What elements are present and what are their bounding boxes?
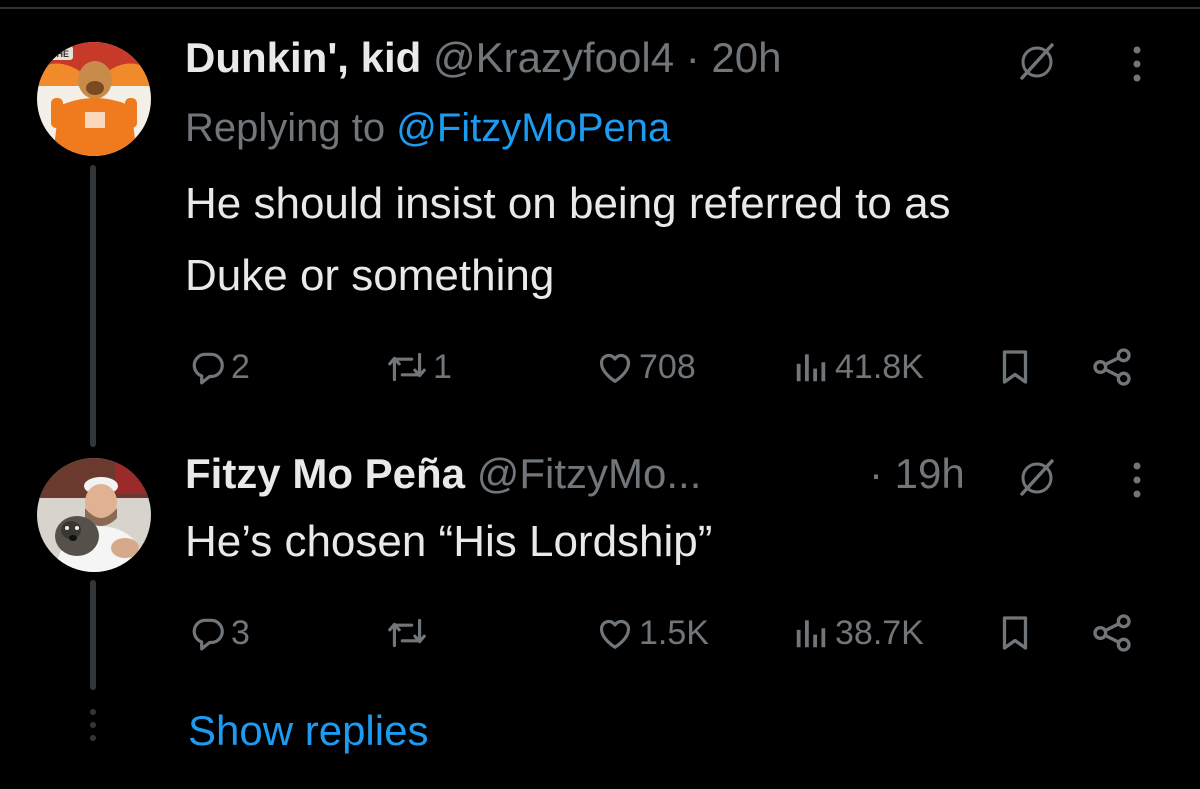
repost-button[interactable]: 1: [385, 342, 452, 392]
avatar[interactable]: [37, 458, 151, 572]
share-icon: [1093, 614, 1131, 652]
repost-button[interactable]: [385, 608, 433, 658]
display-name[interactable]: Dunkin', kid: [185, 34, 421, 81]
tweet-text: He’s chosen “His Lordship”: [185, 506, 712, 578]
handle[interactable]: @Krazyfool4: [433, 34, 674, 81]
thread-line: [90, 165, 96, 447]
show-replies-link[interactable]: Show replies: [188, 706, 428, 756]
timestamp[interactable]: 19h: [895, 450, 965, 497]
more-icon[interactable]: [1131, 460, 1143, 500]
bookmark-icon: [1002, 350, 1028, 384]
reply-icon: [192, 352, 224, 385]
reply-context: Replying to @FitzyMoPena: [185, 104, 670, 152]
repost-icon: [388, 618, 426, 648]
grok-icon[interactable]: [1018, 456, 1058, 498]
reply-prefix: Replying to: [185, 106, 397, 150]
share-button[interactable]: [1090, 608, 1134, 658]
thread-line: [90, 580, 96, 690]
display-name[interactable]: Fitzy Mo Peña: [185, 450, 465, 497]
avatar[interactable]: THE: [37, 42, 151, 156]
view-count: 41.8K: [835, 347, 924, 386]
bookmark-button[interactable]: [997, 608, 1033, 658]
avatar-caption: THE: [51, 49, 69, 59]
tweet-header: Dunkin', kid @Krazyfool4 · 20h: [185, 34, 782, 82]
like-button[interactable]: 1.5K: [595, 608, 709, 658]
like-icon: [599, 619, 631, 649]
tweet-text-line: He’s chosen “His Lordship”: [185, 517, 713, 566]
tweet[interactable]: Fitzy Mo Peña @FitzyMo... · 19h He’s cho…: [185, 450, 1175, 690]
avatar-image: [37, 458, 151, 572]
action-bar: 3 1.5K 38.7K: [185, 608, 1145, 658]
separator: ·: [674, 34, 712, 81]
like-button[interactable]: 708: [595, 342, 696, 392]
timestamp[interactable]: 20h: [711, 34, 781, 81]
view-count: 38.7K: [835, 613, 924, 652]
tweet[interactable]: Dunkin', kid @Krazyfool4 · 20h Replying …: [185, 34, 1175, 394]
share-button[interactable]: [1090, 342, 1134, 392]
views-icon: [796, 354, 826, 382]
reply-count: 2: [231, 347, 250, 386]
reply-count: 3: [231, 613, 250, 652]
tweet-time: · 19h: [869, 450, 965, 498]
reply-button[interactable]: 2: [189, 342, 250, 392]
action-bar: 2 1 708 41.8K: [185, 342, 1145, 392]
like-count: 1.5K: [639, 613, 709, 652]
separator: ·: [869, 450, 895, 497]
avatar-image: THE: [37, 42, 151, 156]
reply-icon: [192, 618, 224, 651]
share-icon: [1093, 348, 1131, 386]
bookmark-button[interactable]: [997, 342, 1033, 392]
repost-count: 1: [433, 347, 452, 386]
tweet-text: He should insist on being referred to as…: [185, 168, 951, 312]
tweet-text-line: He should insist on being referred to as: [185, 179, 951, 228]
views-icon: [796, 620, 826, 648]
views-button[interactable]: 38.7K: [791, 608, 924, 658]
grok-icon[interactable]: [1018, 40, 1058, 82]
tweet-header: Fitzy Mo Peña @FitzyMo...: [185, 450, 701, 498]
handle[interactable]: @FitzyMo...: [477, 450, 702, 497]
reply-button[interactable]: 3: [189, 608, 250, 658]
reply-handle-link[interactable]: @FitzyMoPena: [396, 106, 670, 150]
like-count: 708: [639, 347, 696, 386]
repost-icon: [388, 352, 426, 382]
more-icon[interactable]: [1131, 44, 1143, 84]
bookmark-icon: [1002, 616, 1028, 650]
like-icon: [599, 353, 631, 383]
tweet-text-line: Duke or something: [185, 251, 555, 300]
top-divider: [0, 7, 1200, 9]
more-replies-dots[interactable]: [87, 709, 99, 745]
views-button[interactable]: 41.8K: [791, 342, 924, 392]
